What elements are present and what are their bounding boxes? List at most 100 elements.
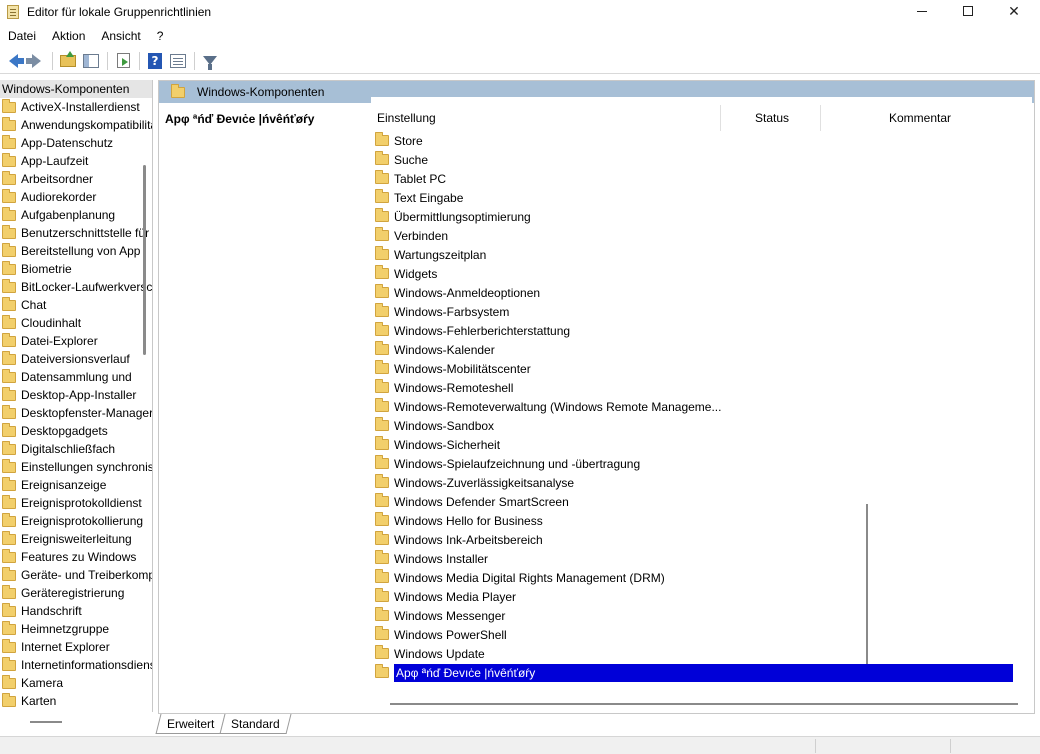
column-setting[interactable]: Einstellung [377,111,436,125]
list-item[interactable]: Windows-Mobilitätscenter [371,359,1032,378]
tree-item[interactable]: Aufgabenplanung [0,206,152,224]
tree-horizontal-scrollbar[interactable] [30,721,62,723]
list-item[interactable]: Tablet PC [371,169,1032,188]
list-item[interactable]: Windows Media Player [371,587,1032,606]
list-item[interactable]: Suche [371,150,1032,169]
tree-item[interactable]: Datensammlung und [0,368,152,386]
tree-item[interactable]: BitLocker-Laufwerkverschlüsselung [0,278,152,296]
tree-item[interactable]: Arbeitsordner [0,170,152,188]
list-item[interactable]: Windows Ink-Arbeitsbereich [371,530,1032,549]
tree-item[interactable]: Cloudinhalt [0,314,152,332]
list-item[interactable]: Widgets [371,264,1032,283]
tree-item[interactable]: Einstellungen synchronisieren [0,458,152,476]
tree-item[interactable]: Desktop-App-Installer [0,386,152,404]
list-item[interactable]: Text Eingabe [371,188,1032,207]
folder-icon [375,265,389,279]
tree-selected-node[interactable]: Windows-Komponenten [0,80,152,98]
column-comment[interactable]: Kommentar [889,111,951,125]
list-item[interactable]: Windows-Remoteshell [371,378,1032,397]
list-item[interactable]: Windows-Sandbox [371,416,1032,435]
column-divider[interactable] [720,105,721,131]
tree-item[interactable]: Dateiversionsverlauf [0,350,152,368]
list-item[interactable]: Windows Defender SmartScreen [371,492,1032,511]
tree-item[interactable]: Chat [0,296,152,314]
list-item[interactable]: Windows-Anmeldeoptionen [371,283,1032,302]
list-item[interactable]: Übermittlungsoptimierung [371,207,1032,226]
filter-button[interactable] [199,50,221,72]
list-item[interactable]: Windows Installer [371,549,1032,568]
tree-item[interactable]: Ereignisprotokolldienst [0,494,152,512]
tree-item[interactable]: Heimnetzgruppe [0,620,152,638]
list-item[interactable]: Windows Messenger [371,606,1032,625]
tree-item[interactable]: Biometrie [0,260,152,278]
list-item[interactable]: Windows-Farbsystem [371,302,1032,321]
column-status[interactable]: Status [755,111,789,125]
tree-item[interactable]: Audiorekorder [0,188,152,206]
folder-icon [375,531,389,545]
list-item[interactable]: Verbinden [371,226,1032,245]
back-arrow-icon [8,53,24,68]
tree-item[interactable]: Internet Explorer [0,638,152,656]
properties-button[interactable] [167,50,189,72]
tree-item[interactable]: Internetinformationsdienste [0,656,152,674]
folder-icon [2,314,16,329]
tree-item[interactable]: Geräte- und Treiberkompatibilität [0,566,152,584]
list-horizontal-scrollbar[interactable] [390,703,1018,705]
minimize-button[interactable] [898,0,946,22]
list-item[interactable]: Windows PowerShell [371,625,1032,644]
list-item[interactable]: Windows-Zuverlässigkeitsanalyse [371,473,1032,492]
export-list-button[interactable] [112,50,134,72]
tree-item[interactable]: Datei-Explorer [0,332,152,350]
tree-item[interactable]: Desktopfenster-Manager [0,404,152,422]
list-vertical-scrollbar[interactable] [866,504,868,664]
tab-erweitert[interactable]: Erweitert [155,714,226,734]
menu-ansicht[interactable]: Ansicht [93,26,148,46]
tree-item-label: Ereignisanzeige [21,478,107,492]
tab-standard[interactable]: Standard [219,714,292,734]
list-item-label: Store [394,133,423,148]
menu-aktion[interactable]: Aktion [44,26,93,46]
tree-item[interactable]: Ereignisanzeige [0,476,152,494]
folder-icon [2,494,16,509]
maximize-button[interactable] [944,0,992,22]
tree-item[interactable]: Benutzerschnittstelle für [0,224,152,242]
console-tree[interactable]: Windows-Komponenten ActiveX-Installerdie… [0,80,153,712]
tree-item[interactable]: Kamera [0,674,152,692]
settings-list[interactable]: Einstellung Status Kommentar Store Suche T… [371,97,1032,695]
tree-item[interactable]: Digitalschließfach [0,440,152,458]
list-item[interactable]: Windows-Fehlerberichterstattung [371,321,1032,340]
list-item[interactable]: Wartungszeitplan [371,245,1032,264]
up-one-level-button[interactable] [57,50,79,72]
tree-item[interactable]: Bereitstellung von App [0,242,152,260]
list-item[interactable]: Windows Media Digital Rights Management … [371,568,1032,587]
close-button[interactable]: ✕ [990,0,1038,22]
tree-item[interactable]: Handschrift [0,602,152,620]
column-divider[interactable] [820,105,821,131]
menu-help[interactable]: ? [149,26,172,46]
details-header-title: Windows-Komponenten [197,85,325,99]
list-item[interactable]: Windows-Remoteverwaltung (Windows Remote… [371,397,1032,416]
tree-item[interactable]: App-Laufzeit [0,152,152,170]
tree-item[interactable]: App-Datenschutz [0,134,152,152]
tree-item[interactable]: Ereignisprotokollierung [0,512,152,530]
back-button[interactable] [2,50,24,72]
list-item[interactable]: Windows Update [371,644,1032,663]
tree-item[interactable]: ActiveX-Installerdienst [0,98,152,116]
tree-item[interactable]: Karten [0,692,152,710]
help-button[interactable]: ? [144,50,166,72]
list-item[interactable]: Store [371,131,1032,150]
show-hide-tree-button[interactable] [80,50,102,72]
tree-item[interactable]: Anwendungskompatibilität [0,116,152,134]
list-item[interactable]: Windows Hello for Business [371,511,1032,530]
selected-list-item[interactable]: Apφ ªńď Ðevıċe |ńvêńťøŕy [371,663,1013,682]
list-item[interactable]: Windows-Spielaufzeichnung und -übertragu… [371,454,1032,473]
tree-vertical-scrollbar[interactable] [143,165,146,355]
tree-item[interactable]: Geräteregistrierung [0,584,152,602]
tree-item[interactable]: Ereignisweiterleitung [0,530,152,548]
tree-item[interactable]: Desktopgadgets [0,422,152,440]
menu-datei[interactable]: Datei [0,26,44,46]
forward-button[interactable] [25,50,47,72]
tree-item[interactable]: Features zu Windows [0,548,152,566]
list-item[interactable]: Windows-Sicherheit [371,435,1032,454]
list-item[interactable]: Windows-Kalender [371,340,1032,359]
